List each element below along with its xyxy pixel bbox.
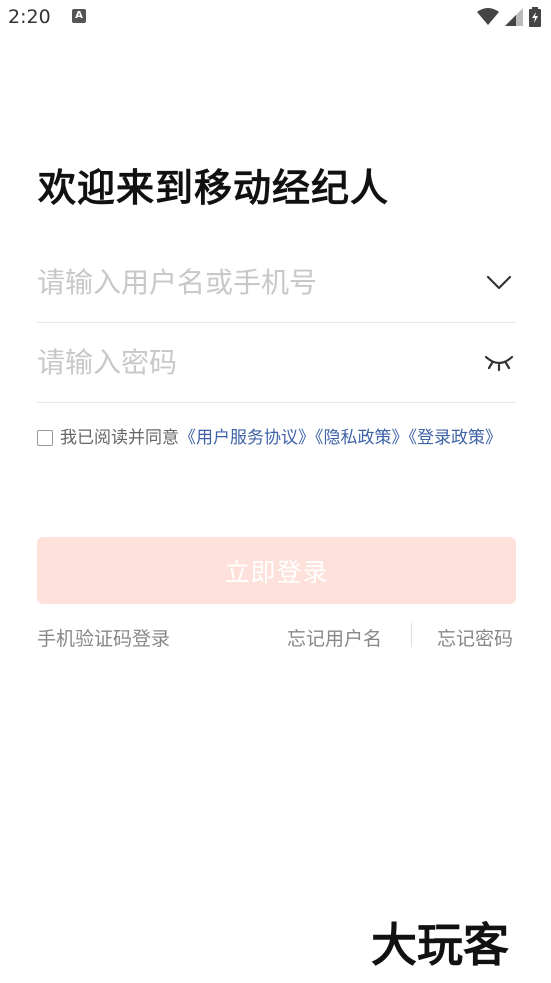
login-button[interactable]: 立即登录 [37,537,516,604]
watermark-logo: 大玩客 [371,917,510,971]
user-service-agreement-link[interactable]: 《用户服务协议》 [179,428,315,448]
forgot-password-link[interactable]: 忘记密码 [437,624,513,651]
sms-login-link[interactable]: 手机验证码登录 [37,624,170,651]
username-input[interactable] [37,243,457,322]
status-icons [477,6,541,28]
password-input[interactable] [37,323,457,402]
page-title: 欢迎来到移动经纪人 [38,166,390,210]
battery-charging-icon [529,7,541,27]
notification-icon: A [72,9,86,23]
agreement-text: 我已阅读并同意《用户服务协议》《隐私政策》《登录政策》 [60,424,523,452]
login-screen: 2:20 A 欢迎来到移动经纪人 请输入用户名或手机号 我已阅读并同意《用户服务… [0,0,551,983]
agreement-row: 我已阅读并同意《用户服务协议》《隐私政策》《登录政策》 [37,424,523,452]
forgot-username-link[interactable]: 忘记用户名 [287,624,382,651]
status-bar: 2:20 A [0,0,551,38]
svg-text:大玩客: 大玩客 [371,918,509,971]
username-field [37,243,516,323]
login-policy-link[interactable]: 《登录政策》 [409,428,503,448]
divider [411,623,412,647]
agreement-prefix: 我已阅读并同意 [60,428,179,448]
password-field [37,323,516,403]
status-time: 2:20 [8,6,51,28]
signal-icon [505,8,523,26]
wifi-icon [477,8,499,25]
agreement-checkbox[interactable] [37,430,53,446]
privacy-policy-link[interactable]: 《隐私政策》 [315,428,409,448]
chevron-down-icon[interactable] [484,267,514,297]
eye-closed-icon[interactable] [484,347,514,377]
